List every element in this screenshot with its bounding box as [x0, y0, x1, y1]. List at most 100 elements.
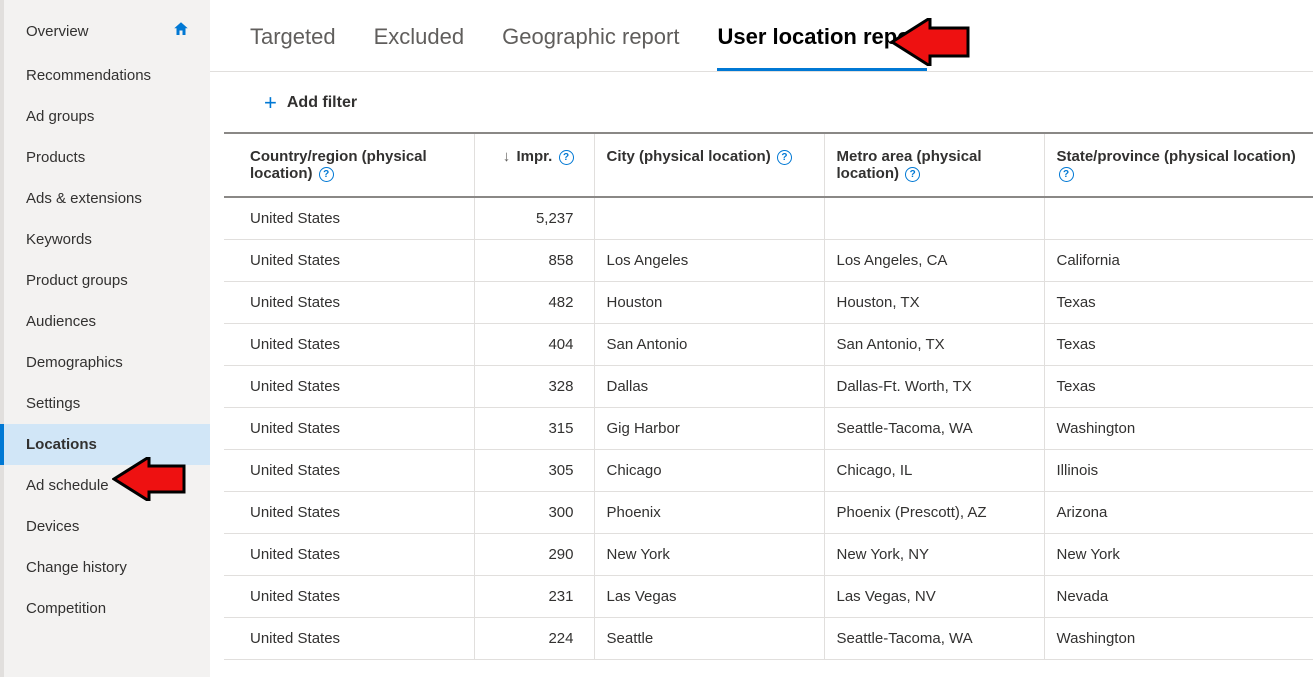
- sidebar-item-label: Overview: [26, 23, 89, 40]
- help-icon[interactable]: ?: [905, 167, 920, 182]
- sidebar-item-ad-groups[interactable]: Ad groups: [0, 96, 210, 137]
- sidebar-item-label: Ads & extensions: [26, 190, 142, 207]
- cell-impr: 300: [474, 492, 594, 534]
- sidebar-item-label: Competition: [26, 600, 106, 617]
- filter-bar: + Add filter: [210, 72, 1313, 132]
- cell-city: Phoenix: [594, 492, 824, 534]
- cell-state: Illinois: [1044, 450, 1313, 492]
- table-row[interactable]: United States482HoustonHouston, TXTexas: [224, 282, 1313, 324]
- sidebar-item-change-history[interactable]: Change history: [0, 547, 210, 588]
- cell-city: Los Angeles: [594, 240, 824, 282]
- sidebar-item-products[interactable]: Products: [0, 137, 210, 178]
- help-icon[interactable]: ?: [777, 150, 792, 165]
- sidebar-item-label: Ad schedule: [26, 477, 109, 494]
- cell-impr: 5,237: [474, 197, 594, 240]
- cell-metro: San Antonio, TX: [824, 324, 1044, 366]
- cell-state: Texas: [1044, 366, 1313, 408]
- cell-city: Chicago: [594, 450, 824, 492]
- col-city-label: City (physical location): [607, 148, 771, 165]
- col-country[interactable]: Country/region (physical location) ?: [224, 133, 474, 197]
- cell-impr: 315: [474, 408, 594, 450]
- cell-state: Nevada: [1044, 576, 1313, 618]
- col-metro[interactable]: Metro area (physical location) ?: [824, 133, 1044, 197]
- table-row[interactable]: United States300PhoenixPhoenix (Prescott…: [224, 492, 1313, 534]
- table-row[interactable]: United States305ChicagoChicago, ILIllino…: [224, 450, 1313, 492]
- cell-metro: Houston, TX: [824, 282, 1044, 324]
- col-impr[interactable]: ↓ Impr. ?: [474, 133, 594, 197]
- help-icon[interactable]: ?: [559, 150, 574, 165]
- table-wrap: Country/region (physical location) ? ↓ I…: [210, 132, 1313, 677]
- tab-excluded[interactable]: Excluded: [374, 24, 465, 71]
- cell-state: Washington: [1044, 408, 1313, 450]
- help-icon[interactable]: ?: [319, 167, 334, 182]
- cell-country: United States: [224, 408, 474, 450]
- sidebar: Overview Recommendations Ad groups Products…: [0, 0, 210, 677]
- cell-metro: Los Angeles, CA: [824, 240, 1044, 282]
- sidebar-item-label: Demographics: [26, 354, 123, 371]
- cell-city: [594, 197, 824, 240]
- table-row[interactable]: United States858Los AngelesLos Angeles, …: [224, 240, 1313, 282]
- tab-bar: Targeted Excluded Geographic report User lo…: [210, 0, 1313, 72]
- table-row[interactable]: United States290New YorkNew York, NYNew …: [224, 534, 1313, 576]
- cell-metro: Dallas-Ft. Worth, TX: [824, 366, 1044, 408]
- cell-metro: Phoenix (Prescott), AZ: [824, 492, 1044, 534]
- sidebar-item-overview[interactable]: Overview: [0, 8, 210, 55]
- cell-state: Texas: [1044, 282, 1313, 324]
- table-row[interactable]: United States231Las VegasLas Vegas, NVNe…: [224, 576, 1313, 618]
- cell-impr: 224: [474, 618, 594, 660]
- home-icon: [172, 20, 190, 43]
- cell-country: United States: [224, 618, 474, 660]
- sidebar-item-label: Ad groups: [26, 108, 94, 125]
- cell-city: Seattle: [594, 618, 824, 660]
- sidebar-item-ad-schedule[interactable]: Ad schedule: [0, 465, 210, 506]
- cell-city: New York: [594, 534, 824, 576]
- sidebar-item-label: Change history: [26, 559, 127, 576]
- table-row[interactable]: United States404San AntonioSan Antonio, …: [224, 324, 1313, 366]
- cell-state: Washington: [1044, 618, 1313, 660]
- sidebar-item-label: Audiences: [26, 313, 96, 330]
- add-filter-button[interactable]: + Add filter: [264, 92, 357, 114]
- sidebar-item-recommendations[interactable]: Recommendations: [0, 55, 210, 96]
- cell-city: Dallas: [594, 366, 824, 408]
- sidebar-item-audiences[interactable]: Audiences: [0, 301, 210, 342]
- table-row[interactable]: United States224SeattleSeattle-Tacoma, W…: [224, 618, 1313, 660]
- cell-country: United States: [224, 366, 474, 408]
- table-row[interactable]: United States315Gig HarborSeattle-Tacoma…: [224, 408, 1313, 450]
- tab-geographic-report[interactable]: Geographic report: [502, 24, 679, 71]
- col-state[interactable]: State/province (physical location) ?: [1044, 133, 1313, 197]
- help-icon[interactable]: ?: [1059, 167, 1074, 182]
- sidebar-item-devices[interactable]: Devices: [0, 506, 210, 547]
- main-content: Targeted Excluded Geographic report User lo…: [210, 0, 1313, 677]
- cell-metro: New York, NY: [824, 534, 1044, 576]
- tab-targeted[interactable]: Targeted: [250, 24, 336, 71]
- cell-metro: Seattle-Tacoma, WA: [824, 408, 1044, 450]
- cell-city: Houston: [594, 282, 824, 324]
- sidebar-item-settings[interactable]: Settings: [0, 383, 210, 424]
- plus-icon: +: [264, 92, 277, 114]
- sidebar-item-keywords[interactable]: Keywords: [0, 219, 210, 260]
- cell-state: Arizona: [1044, 492, 1313, 534]
- cell-state: [1044, 197, 1313, 240]
- sort-desc-icon: ↓: [503, 148, 511, 165]
- sidebar-item-locations[interactable]: Locations: [0, 424, 210, 465]
- table-row[interactable]: United States5,237: [224, 197, 1313, 240]
- cell-city: San Antonio: [594, 324, 824, 366]
- cell-city: Las Vegas: [594, 576, 824, 618]
- location-report-table: Country/region (physical location) ? ↓ I…: [224, 132, 1313, 660]
- cell-metro: Chicago, IL: [824, 450, 1044, 492]
- sidebar-item-product-groups[interactable]: Product groups: [0, 260, 210, 301]
- add-filter-label: Add filter: [287, 94, 357, 112]
- sidebar-item-label: Recommendations: [26, 67, 151, 84]
- table-row[interactable]: United States328DallasDallas-Ft. Worth, …: [224, 366, 1313, 408]
- col-country-label: Country/region (physical location): [250, 148, 427, 182]
- tab-user-location-report[interactable]: User location report: [717, 24, 926, 71]
- cell-metro: [824, 197, 1044, 240]
- sidebar-item-ads-extensions[interactable]: Ads & extensions: [0, 178, 210, 219]
- col-impr-label: Impr.: [516, 148, 552, 165]
- sidebar-item-demographics[interactable]: Demographics: [0, 342, 210, 383]
- cell-country: United States: [224, 492, 474, 534]
- cell-state: California: [1044, 240, 1313, 282]
- col-city[interactable]: City (physical location) ?: [594, 133, 824, 197]
- sidebar-item-label: Product groups: [26, 272, 128, 289]
- sidebar-item-competition[interactable]: Competition: [0, 588, 210, 629]
